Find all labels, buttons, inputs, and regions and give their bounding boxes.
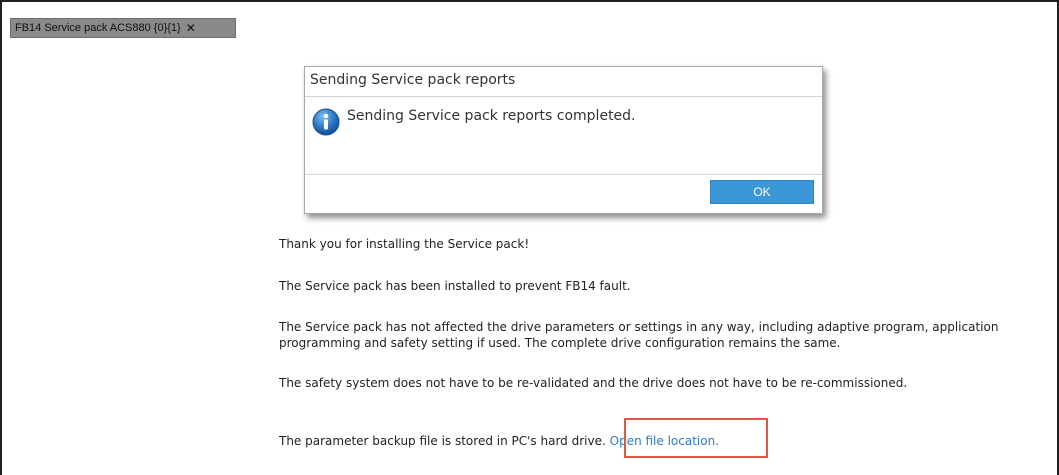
dialog-footer: OK	[305, 174, 822, 213]
dialog-message: Sending Service pack reports completed.	[347, 108, 636, 124]
info-icon	[312, 108, 340, 136]
app-frame: FB14 Service pack ACS880 {0}{1} ✕ Sendin…	[0, 0, 1059, 475]
not-affected-line-1: The Service pack has not affected the dr…	[279, 320, 999, 334]
service-pack-dialog: Sending Service pack reports Sending Ser…	[304, 66, 823, 214]
dialog-body: Sending Service pack reports completed.	[305, 98, 822, 176]
not-affected-line-2: programming and safety setting if used. …	[279, 336, 841, 350]
safety-text: The safety system does not have to be re…	[279, 376, 908, 390]
tab-bar: FB14 Service pack ACS880 {0}{1} ✕	[2, 2, 1057, 42]
dialog-title: Sending Service pack reports	[305, 67, 822, 97]
ok-button[interactable]: OK	[710, 180, 814, 204]
tab-title: FB14 Service pack ACS880 {0}{1}	[15, 22, 181, 34]
backup-location-text: The parameter backup file is stored in P…	[279, 434, 606, 448]
installed-text: The Service pack has been installed to p…	[279, 279, 631, 293]
tab-close-icon[interactable]: ✕	[186, 22, 196, 34]
thank-you-text: Thank you for installing the Service pac…	[279, 237, 530, 251]
not-affected-text: The Service pack has not affected the dr…	[279, 319, 998, 351]
tab-fb14-service-pack[interactable]: FB14 Service pack ACS880 {0}{1} ✕	[10, 18, 236, 38]
open-file-location-link[interactable]: Open file location.	[610, 434, 719, 448]
backup-text: The parameter backup file is stored in P…	[279, 433, 719, 449]
